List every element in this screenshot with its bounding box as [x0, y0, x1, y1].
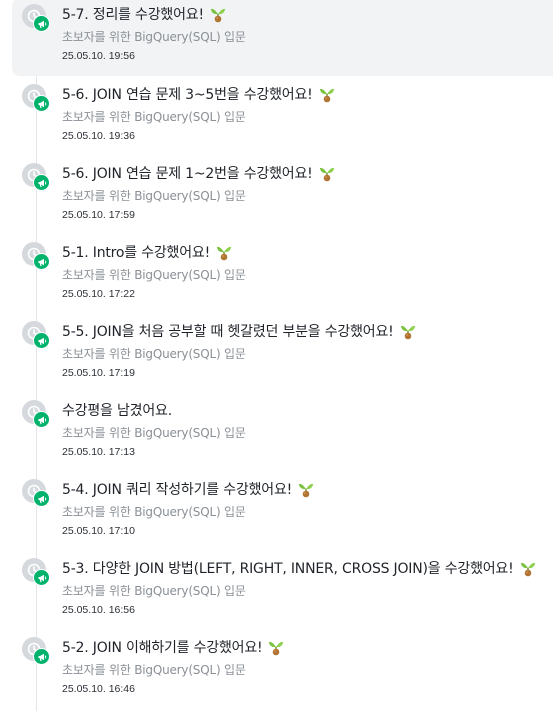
activity-title: 5-7. 정리를 수강했어요!: [62, 7, 204, 23]
activity-item[interactable]: 수강평을 남겼어요. 초보자를 위한 BigQuery(SQL) 입문 25.0…: [12, 394, 553, 472]
activity-icon: [22, 242, 50, 270]
activity-item[interactable]: 5-6. JOIN 연습 문제 1~2번을 수강했어요! 초보자를 위한 Big…: [12, 157, 553, 235]
activity-item[interactable]: 5-3. 다양한 JOIN 방법(LEFT, RIGHT, INNER, CRO…: [12, 552, 553, 630]
activity-title: 5-2. JOIN 이해하기를 수강했어요!: [62, 640, 263, 656]
activity-feed: 5-7. 정리를 수강했어요! 초보자를 위한 BigQuery(SQL) 입문…: [0, 0, 553, 711]
activity-icon: [22, 84, 50, 112]
activity-icon: [22, 479, 50, 507]
sprout-icon: [319, 85, 335, 103]
activity-date: 25.05.10. 19:36: [62, 130, 135, 142]
activity-date: 25.05.10. 17:10: [62, 525, 135, 537]
activity-date: 25.05.10. 17:22: [62, 288, 135, 300]
activity-title-row: 5-5. JOIN을 처음 공부할 때 헷갈렸던 부분을 수강했어요!: [62, 320, 553, 342]
activity-date: 25.05.10. 17:13: [62, 446, 135, 458]
activity-item[interactable]: 5-4. JOIN 쿼리 작성하기를 수강했어요! 초보자를 위한 BigQue…: [12, 473, 553, 551]
activity-title-row: 수강평을 남겼어요.: [62, 399, 553, 421]
sprout-icon: [298, 480, 314, 498]
course-name: 초보자를 위한 BigQuery(SQL) 입문: [62, 347, 246, 361]
megaphone-icon: [33, 95, 50, 112]
course-name: 초보자를 위한 BigQuery(SQL) 입문: [62, 663, 246, 677]
activity-title-row: 5-4. JOIN 쿼리 작성하기를 수강했어요!: [62, 478, 553, 500]
activity-item[interactable]: 5-5. JOIN을 처음 공부할 때 헷갈렸던 부분을 수강했어요! 초보자를…: [12, 315, 553, 393]
activity-item[interactable]: 5-2. JOIN 이해하기를 수강했어요! 초보자를 위한 BigQuery(…: [12, 631, 553, 709]
sprout-icon: [216, 243, 232, 261]
course-name: 초보자를 위한 BigQuery(SQL) 입문: [62, 30, 246, 44]
activity-title: 5-5. JOIN을 처음 공부할 때 헷갈렸던 부분을 수강했어요!: [62, 324, 394, 340]
activity-title-row: 5-3. 다양한 JOIN 방법(LEFT, RIGHT, INNER, CRO…: [62, 557, 553, 579]
activity-icon: [22, 400, 50, 428]
activity-date: 25.05.10. 19:56: [62, 50, 135, 62]
activity-title-row: 5-6. JOIN 연습 문제 1~2번을 수강했어요!: [62, 162, 553, 184]
sprout-icon: [319, 164, 335, 182]
activity-title: 5-4. JOIN 쿼리 작성하기를 수강했어요!: [62, 482, 293, 498]
megaphone-icon: [33, 174, 50, 191]
activity-item[interactable]: 5-6. JOIN 연습 문제 3~5번을 수강했어요! 초보자를 위한 Big…: [12, 78, 553, 156]
activity-title-row: 5-1. Intro를 수강했어요!: [62, 241, 553, 263]
activity-title-row: 5-6. JOIN 연습 문제 3~5번을 수강했어요!: [62, 83, 553, 105]
activity-date: 25.05.10. 17:59: [62, 209, 135, 221]
activity-item[interactable]: 5-1. Intro를 수강했어요! 초보자를 위한 BigQuery(SQL)…: [12, 236, 553, 314]
sprout-icon: [400, 322, 416, 340]
activity-item[interactable]: 5-7. 정리를 수강했어요! 초보자를 위한 BigQuery(SQL) 입문…: [12, 0, 553, 76]
megaphone-icon: [33, 15, 50, 32]
activity-title: 5-1. Intro를 수강했어요!: [62, 245, 211, 261]
course-name: 초보자를 위한 BigQuery(SQL) 입문: [62, 110, 246, 124]
activity-title-row: 5-2. JOIN 이해하기를 수강했어요!: [62, 636, 553, 658]
activity-date: 25.05.10. 16:46: [62, 683, 135, 695]
course-name: 초보자를 위한 BigQuery(SQL) 입문: [62, 584, 246, 598]
megaphone-icon: [33, 648, 50, 665]
course-name: 초보자를 위한 BigQuery(SQL) 입문: [62, 505, 246, 519]
activity-icon: [22, 321, 50, 349]
activity-icon: [22, 4, 50, 32]
activity-date: 25.05.10. 16:56: [62, 604, 135, 616]
course-name: 초보자를 위한 BigQuery(SQL) 입문: [62, 189, 246, 203]
activity-icon: [22, 558, 50, 586]
megaphone-icon: [33, 411, 50, 428]
sprout-icon: [268, 638, 284, 656]
megaphone-icon: [33, 569, 50, 586]
course-name: 초보자를 위한 BigQuery(SQL) 입문: [62, 426, 246, 440]
activity-icon: [22, 163, 50, 191]
activity-title: 수강평을 남겼어요.: [62, 403, 172, 419]
activity-title: 5-6. JOIN 연습 문제 3~5번을 수강했어요!: [62, 87, 313, 103]
activity-icon: [22, 637, 50, 665]
activity-title: 5-3. 다양한 JOIN 방법(LEFT, RIGHT, INNER, CRO…: [62, 561, 514, 577]
sprout-icon: [210, 5, 226, 23]
activity-date: 25.05.10. 17:19: [62, 367, 135, 379]
course-name: 초보자를 위한 BigQuery(SQL) 입문: [62, 268, 246, 282]
activity-title: 5-6. JOIN 연습 문제 1~2번을 수강했어요!: [62, 166, 313, 182]
megaphone-icon: [33, 490, 50, 507]
megaphone-icon: [33, 253, 50, 270]
megaphone-icon: [33, 332, 50, 349]
activity-title-row: 5-7. 정리를 수강했어요!: [62, 3, 553, 25]
sprout-icon: [520, 559, 536, 577]
